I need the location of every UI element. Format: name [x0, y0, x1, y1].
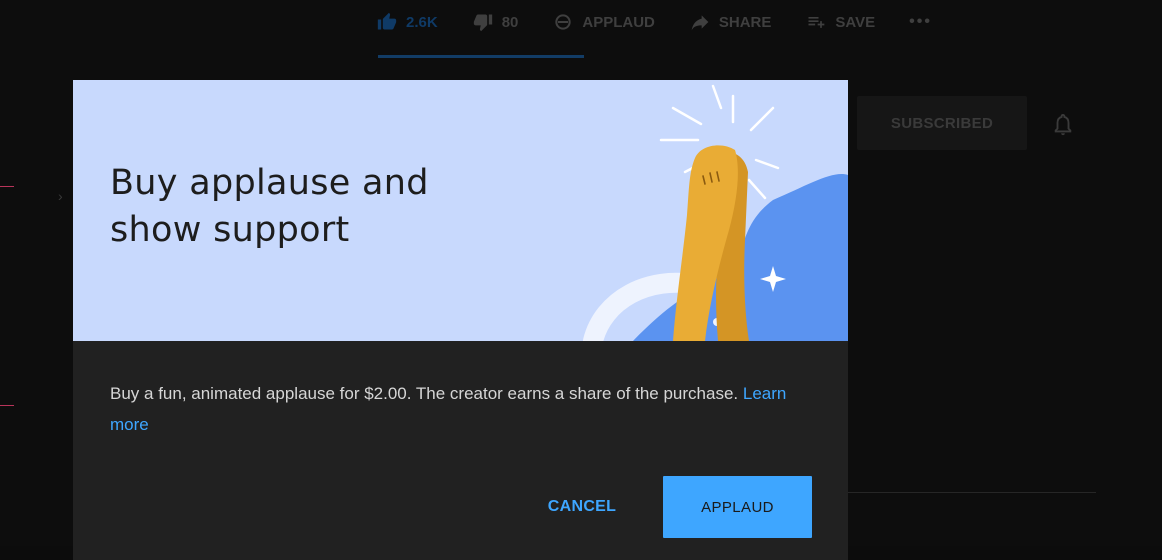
timeline-marker	[0, 405, 14, 406]
clapping-hands-illustration	[583, 84, 848, 341]
applaud-icon	[555, 14, 572, 30]
save-playlist-icon	[808, 17, 825, 28]
applaud-action[interactable]: APPLAUD	[552, 12, 655, 32]
dialog-hero: Buy applause and show support	[73, 80, 848, 341]
divider	[848, 492, 1096, 493]
more-icon[interactable]: •••	[909, 13, 932, 31]
share-button[interactable]: SHARE	[689, 12, 772, 32]
collapse-arrow-icon: ›	[58, 188, 63, 204]
dislike-count: 80	[501, 13, 519, 31]
like-count: 2.6K	[406, 13, 438, 31]
share-icon	[691, 15, 709, 31]
dialog-description: Buy a fun, animated applause for $2.00. …	[110, 378, 810, 440]
timeline-marker	[0, 186, 14, 187]
video-actions-bar: 2.6K 80 APPLAUD SHARE SAVE •••	[376, 0, 966, 44]
subscribed-button[interactable]: SUBSCRIBED	[857, 96, 1027, 150]
cancel-button[interactable]: CANCEL	[531, 476, 633, 538]
save-label: SAVE	[835, 13, 876, 31]
dislike-button[interactable]: 80	[472, 12, 519, 32]
applaud-label: APPLAUD	[582, 13, 655, 31]
share-label: SHARE	[718, 13, 772, 31]
like-underline	[378, 55, 584, 58]
like-button[interactable]: 2.6K	[376, 12, 438, 32]
applause-dialog: Buy applause and show support Buy a fun,…	[73, 80, 848, 560]
thumb-down-icon	[473, 14, 492, 32]
applaud-button[interactable]: APPLAUD	[663, 476, 812, 538]
dialog-body-text: Buy a fun, animated applause for $2.00. …	[110, 384, 739, 403]
thumb-up-icon	[377, 12, 397, 30]
bell-icon[interactable]	[1052, 112, 1074, 138]
save-button[interactable]: SAVE	[805, 12, 875, 32]
